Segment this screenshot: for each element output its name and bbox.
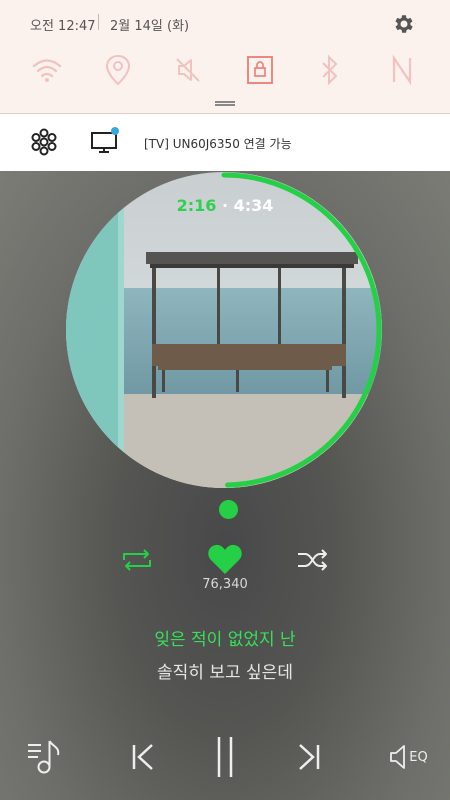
eq-label: EQ <box>409 749 428 765</box>
previous-icon <box>132 744 153 770</box>
screen-lock-toggle[interactable] <box>242 52 278 88</box>
bluetooth-icon <box>322 54 338 86</box>
speaker-icon <box>390 745 406 769</box>
elapsed-time: 2:16 <box>176 196 217 215</box>
album-art[interactable] <box>66 172 382 488</box>
heart-icon[interactable] <box>207 543 243 575</box>
tv-connect-label[interactable]: [TV] UN60J6350 연결 가능 <box>144 135 292 152</box>
sound-toggle[interactable] <box>170 52 206 88</box>
bluetooth-toggle[interactable] <box>312 52 348 88</box>
equalizer-button[interactable]: EQ <box>386 733 430 781</box>
time-separator: · <box>221 196 229 215</box>
gear-icon[interactable] <box>391 12 415 36</box>
wifi-icon <box>32 59 62 82</box>
pause-icon <box>217 737 233 777</box>
nfc-icon <box>392 54 412 86</box>
playlist-icon <box>28 740 60 774</box>
pause-button[interactable] <box>208 733 242 781</box>
next-icon <box>299 744 320 770</box>
previous-button[interactable] <box>126 733 160 781</box>
status-date: 2월 14일 (화) <box>110 19 190 34</box>
next-button[interactable] <box>292 733 326 781</box>
location-toggle[interactable] <box>100 52 136 88</box>
shade-drag-handle[interactable] <box>215 101 235 106</box>
playlist-button[interactable] <box>22 733 68 781</box>
seek-knob[interactable] <box>219 500 238 519</box>
wifi-toggle[interactable] <box>29 52 65 88</box>
lyric-current[interactable]: 잊은 적이 없었지 난 <box>0 625 450 650</box>
status-time: 오전 12:47 <box>30 19 96 34</box>
lyric-next[interactable]: 솔직히 보고 싶은데 <box>0 658 450 683</box>
nfc-toggle[interactable] <box>384 52 420 88</box>
mute-icon <box>176 58 200 82</box>
repeat-icon[interactable] <box>120 548 154 572</box>
like-count: 76,340 <box>202 577 248 592</box>
shuffle-icon[interactable] <box>296 548 330 572</box>
total-time: 4:34 <box>233 196 274 215</box>
quick-connect-icon[interactable] <box>30 128 58 156</box>
location-icon <box>105 54 131 86</box>
time-display: 2:16 · 4:34 <box>0 196 450 215</box>
lock-icon <box>247 56 273 84</box>
status-divider <box>98 14 99 30</box>
tv-available-dot <box>111 127 119 135</box>
